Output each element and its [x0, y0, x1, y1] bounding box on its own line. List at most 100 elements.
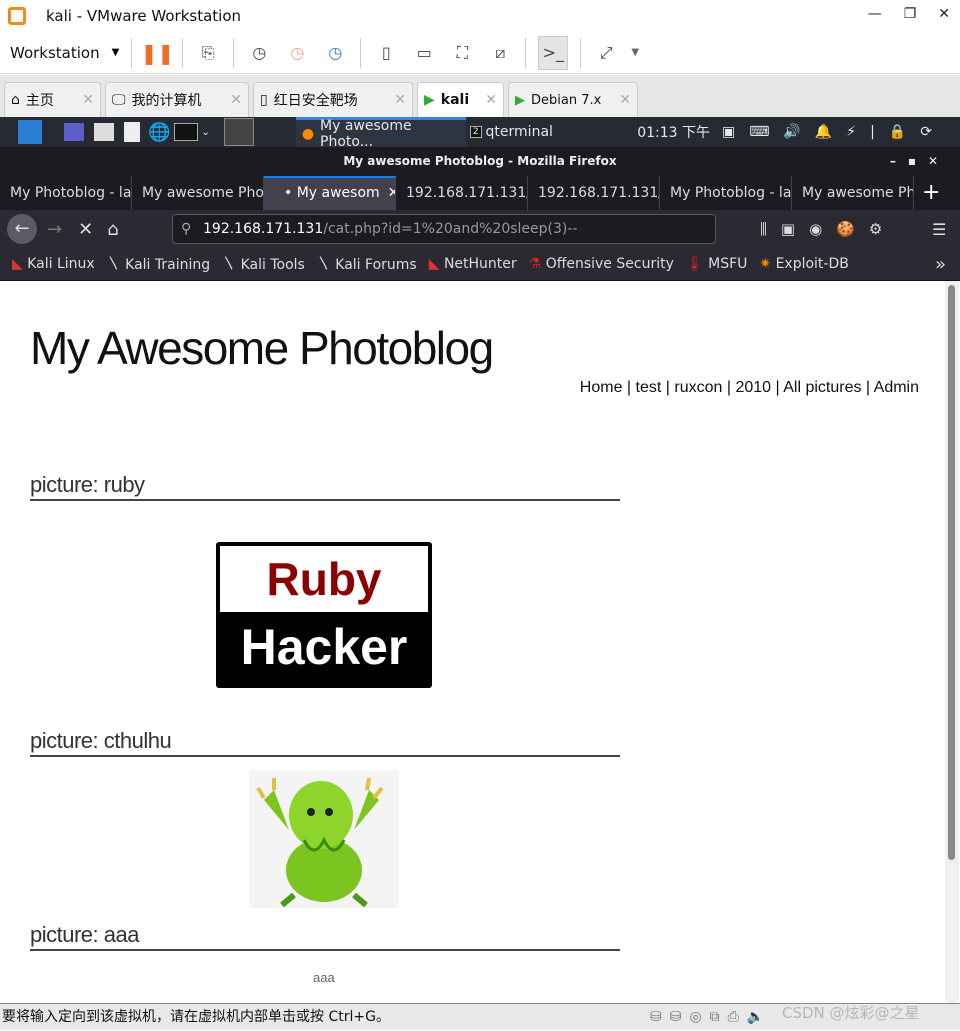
unity-icon[interactable]: ⧄ — [487, 40, 513, 66]
back-button[interactable]: ← — [7, 214, 37, 244]
bookmark-nethunter[interactable]: ◣ NetHunter — [429, 256, 517, 272]
tab-my-computer[interactable]: 🖵 我的计算机 ✕ — [105, 82, 249, 117]
bookmark-exploit-db[interactable]: ✷ Exploit-DB — [759, 256, 848, 272]
vmware-toolbar: Workstation ▼ ❚❚ ⎘ ◷ ◷ ◷ ▯ ▭ ⛶ ⧄ >_ ⤢ ▼ — [0, 32, 960, 74]
close-tab-icon[interactable]: ✕ — [388, 185, 395, 201]
close-tab-icon[interactable]: ✕ — [82, 92, 94, 108]
browser-tab-active[interactable]: • My awesom✕ — [264, 176, 396, 210]
thumbnail-view-icon[interactable]: ▭ — [411, 40, 437, 66]
task-qterminal[interactable]: 2 qterminal — [469, 124, 553, 140]
task-firefox[interactable]: ● My awesome Photo... — [295, 117, 466, 150]
stop-button[interactable]: ✕ — [78, 219, 93, 240]
minimize-button[interactable]: — — [868, 6, 882, 22]
firefox-title-bar: My awesome Photoblog - Mozilla Firefox –… — [0, 147, 960, 176]
forward-button[interactable]: → — [47, 219, 62, 240]
bookmark-kali-tools[interactable]: 〵 Kali Tools — [222, 254, 305, 274]
fullscreen-icon[interactable]: ⛶ — [449, 40, 475, 66]
status-message: 要将输入定向到该虚拟机，请在虚拟机内部单击或按 Ctrl+G。 — [2, 1009, 390, 1025]
site-nav: Home | test | ruxcon | 2010 | All pictur… — [579, 379, 919, 396]
browser-tab[interactable]: My Photoblog - la — [0, 176, 132, 210]
bookmark-kali-linux[interactable]: ◣ Kali Linux — [12, 256, 95, 272]
vm-running-icon: ▶ — [424, 92, 435, 108]
vmware-tabs: ⌂ 主页 ✕ 🖵 我的计算机 ✕ ▯ 红日安全靶场 ✕ ▶ kali ✕ ▶ Debian 7.x… — [0, 75, 960, 117]
new-tab-button[interactable]: + — [922, 176, 940, 210]
tab-home[interactable]: ⌂ 主页 ✕ — [4, 82, 101, 117]
close-tab-icon[interactable]: ✕ — [230, 92, 242, 108]
menu-button[interactable]: ☰ — [932, 220, 946, 239]
bookmarks-bar: ◣ Kali Linux 〵 Kali Training 〵 Kali Tool… — [0, 248, 960, 281]
ruby-hacker-image[interactable]: Ruby Hacker — [216, 542, 432, 688]
firefox-launcher-icon[interactable] — [223, 118, 254, 146]
library-view-icon[interactable]: ▯ — [373, 40, 399, 66]
vmware-title-bar: kali - VMware Workstation — ❐ ✕ — [0, 0, 960, 32]
close-tab-icon[interactable]: ✕ — [485, 92, 497, 108]
home-button[interactable]: ⌂ — [107, 219, 118, 240]
vmware-logo-icon — [8, 7, 26, 25]
nav-test[interactable]: test — [636, 379, 662, 396]
cthulhu-image[interactable] — [249, 770, 399, 908]
browser-tab[interactable]: 192.168.171.131/a — [528, 176, 660, 210]
browser-tab[interactable]: My awesome Pho — [792, 176, 914, 210]
browser-tab[interactable]: My awesome Pho — [132, 176, 264, 210]
kali-panel: 🌐 ⌄ ● My awesome Photo... 2 qterminal 01:1… — [0, 117, 960, 150]
files-icon[interactable] — [94, 123, 114, 141]
browser-tab[interactable]: 192.168.171.131/a — [396, 176, 528, 210]
picture-heading: picture: cthulhu — [30, 728, 620, 757]
tab-debian[interactable]: ▶ Debian 7.x ✕ — [508, 82, 638, 117]
tray-icons[interactable]: ▣⌨🔊🔔⚡|🔒⟳ — [722, 124, 946, 140]
snapshot-icon[interactable]: ◷ — [246, 40, 272, 66]
vm-running-icon: ▶ — [515, 92, 525, 108]
browser-tab[interactable]: My Photoblog - la — [660, 176, 792, 210]
picture-caption[interactable]: aaa — [313, 970, 335, 985]
snapshot-manager-icon[interactable]: ◷ — [322, 40, 348, 66]
scrollbar[interactable] — [945, 281, 959, 1003]
close-button[interactable]: ✕ — [938, 6, 950, 22]
close-tab-icon[interactable]: ✕ — [619, 92, 631, 108]
window-title: kali - VMware Workstation — [46, 7, 241, 25]
toolbar-icons[interactable]: ⫼▣◉🍪⚙ — [760, 220, 896, 238]
bookmark-offsec[interactable]: ⚗ Offensive Security — [529, 256, 674, 272]
picture-heading: picture: ruby — [30, 472, 620, 501]
restore-button[interactable]: ❐ — [904, 6, 917, 22]
terminal-icon[interactable] — [174, 123, 199, 141]
nav-admin[interactable]: Admin — [874, 379, 919, 396]
close-tab-icon[interactable]: ✕ — [394, 92, 406, 108]
nav-ruxcon[interactable]: ruxcon — [674, 379, 722, 396]
firefox-tabs: My Photoblog - la My awesome Pho • My aw… — [0, 176, 960, 210]
device-icons[interactable]: ⛁⛁◎⧉⎙🔈 — [650, 1004, 772, 1031]
bookmark-msfu[interactable]: 🌡 MSFU — [686, 256, 748, 272]
watermark: CSDN @炫彩@之星 — [782, 1004, 920, 1022]
tab-kali[interactable]: ▶ kali ✕ — [417, 82, 504, 117]
nav-2010[interactable]: 2010 — [735, 379, 771, 396]
web-page: My Awesome Photoblog Home | test | ruxco… — [1, 281, 945, 1003]
search-icon: ⚲ — [181, 221, 192, 237]
pause-icon[interactable]: ❚❚ — [141, 40, 175, 66]
bookmark-kali-training[interactable]: 〵 Kali Training — [107, 254, 210, 274]
more-bookmarks-icon[interactable]: » — [935, 254, 946, 275]
clock[interactable]: 01:13 下午 — [637, 122, 710, 142]
nav-home[interactable]: Home — [580, 379, 623, 396]
terminal-icon: 2 — [469, 126, 482, 138]
console-icon[interactable]: >_ — [538, 35, 569, 70]
workspace-icon[interactable] — [64, 123, 84, 141]
scrollbar-thumb[interactable] — [948, 285, 955, 860]
bookmark-kali-forums[interactable]: 〵 Kali Forums — [317, 254, 417, 274]
kali-menu-icon[interactable] — [18, 120, 42, 144]
firefox-window-controls[interactable]: –▪✕ — [890, 147, 950, 176]
home-icon: ⌂ — [11, 92, 20, 108]
url-bar[interactable]: ⚲ 192.168.171.131/cat.php?id=1%20and%20sl… — [172, 214, 716, 244]
send-keys-icon[interactable]: ⎘ — [195, 40, 221, 66]
monitor-icon: 🖵 — [112, 92, 126, 108]
browser-icon[interactable]: 🌐 — [148, 122, 170, 143]
firefox-icon: ● — [301, 125, 315, 142]
tab-hongri[interactable]: ▯ 红日安全靶场 ✕ — [253, 82, 413, 117]
picture-heading: picture: aaa — [30, 922, 620, 951]
editor-icon[interactable] — [124, 122, 140, 142]
revert-snapshot-icon[interactable]: ◷ — [284, 40, 310, 66]
stretch-icon[interactable]: ⤢ — [593, 40, 619, 66]
vmware-status-bar: 要将输入定向到该虚拟机，请在虚拟机内部单击或按 Ctrl+G。 ⛁⛁◎⧉⎙🔈 C… — [0, 1003, 960, 1030]
nav-all-pictures[interactable]: All pictures — [783, 379, 861, 396]
navigation-bar: ← → ✕ ⌂ ⚲ 192.168.171.131/cat.php?id=1%20… — [0, 210, 960, 248]
page-title: My Awesome Photoblog — [30, 322, 494, 374]
workstation-menu[interactable]: Workstation — [10, 44, 100, 62]
